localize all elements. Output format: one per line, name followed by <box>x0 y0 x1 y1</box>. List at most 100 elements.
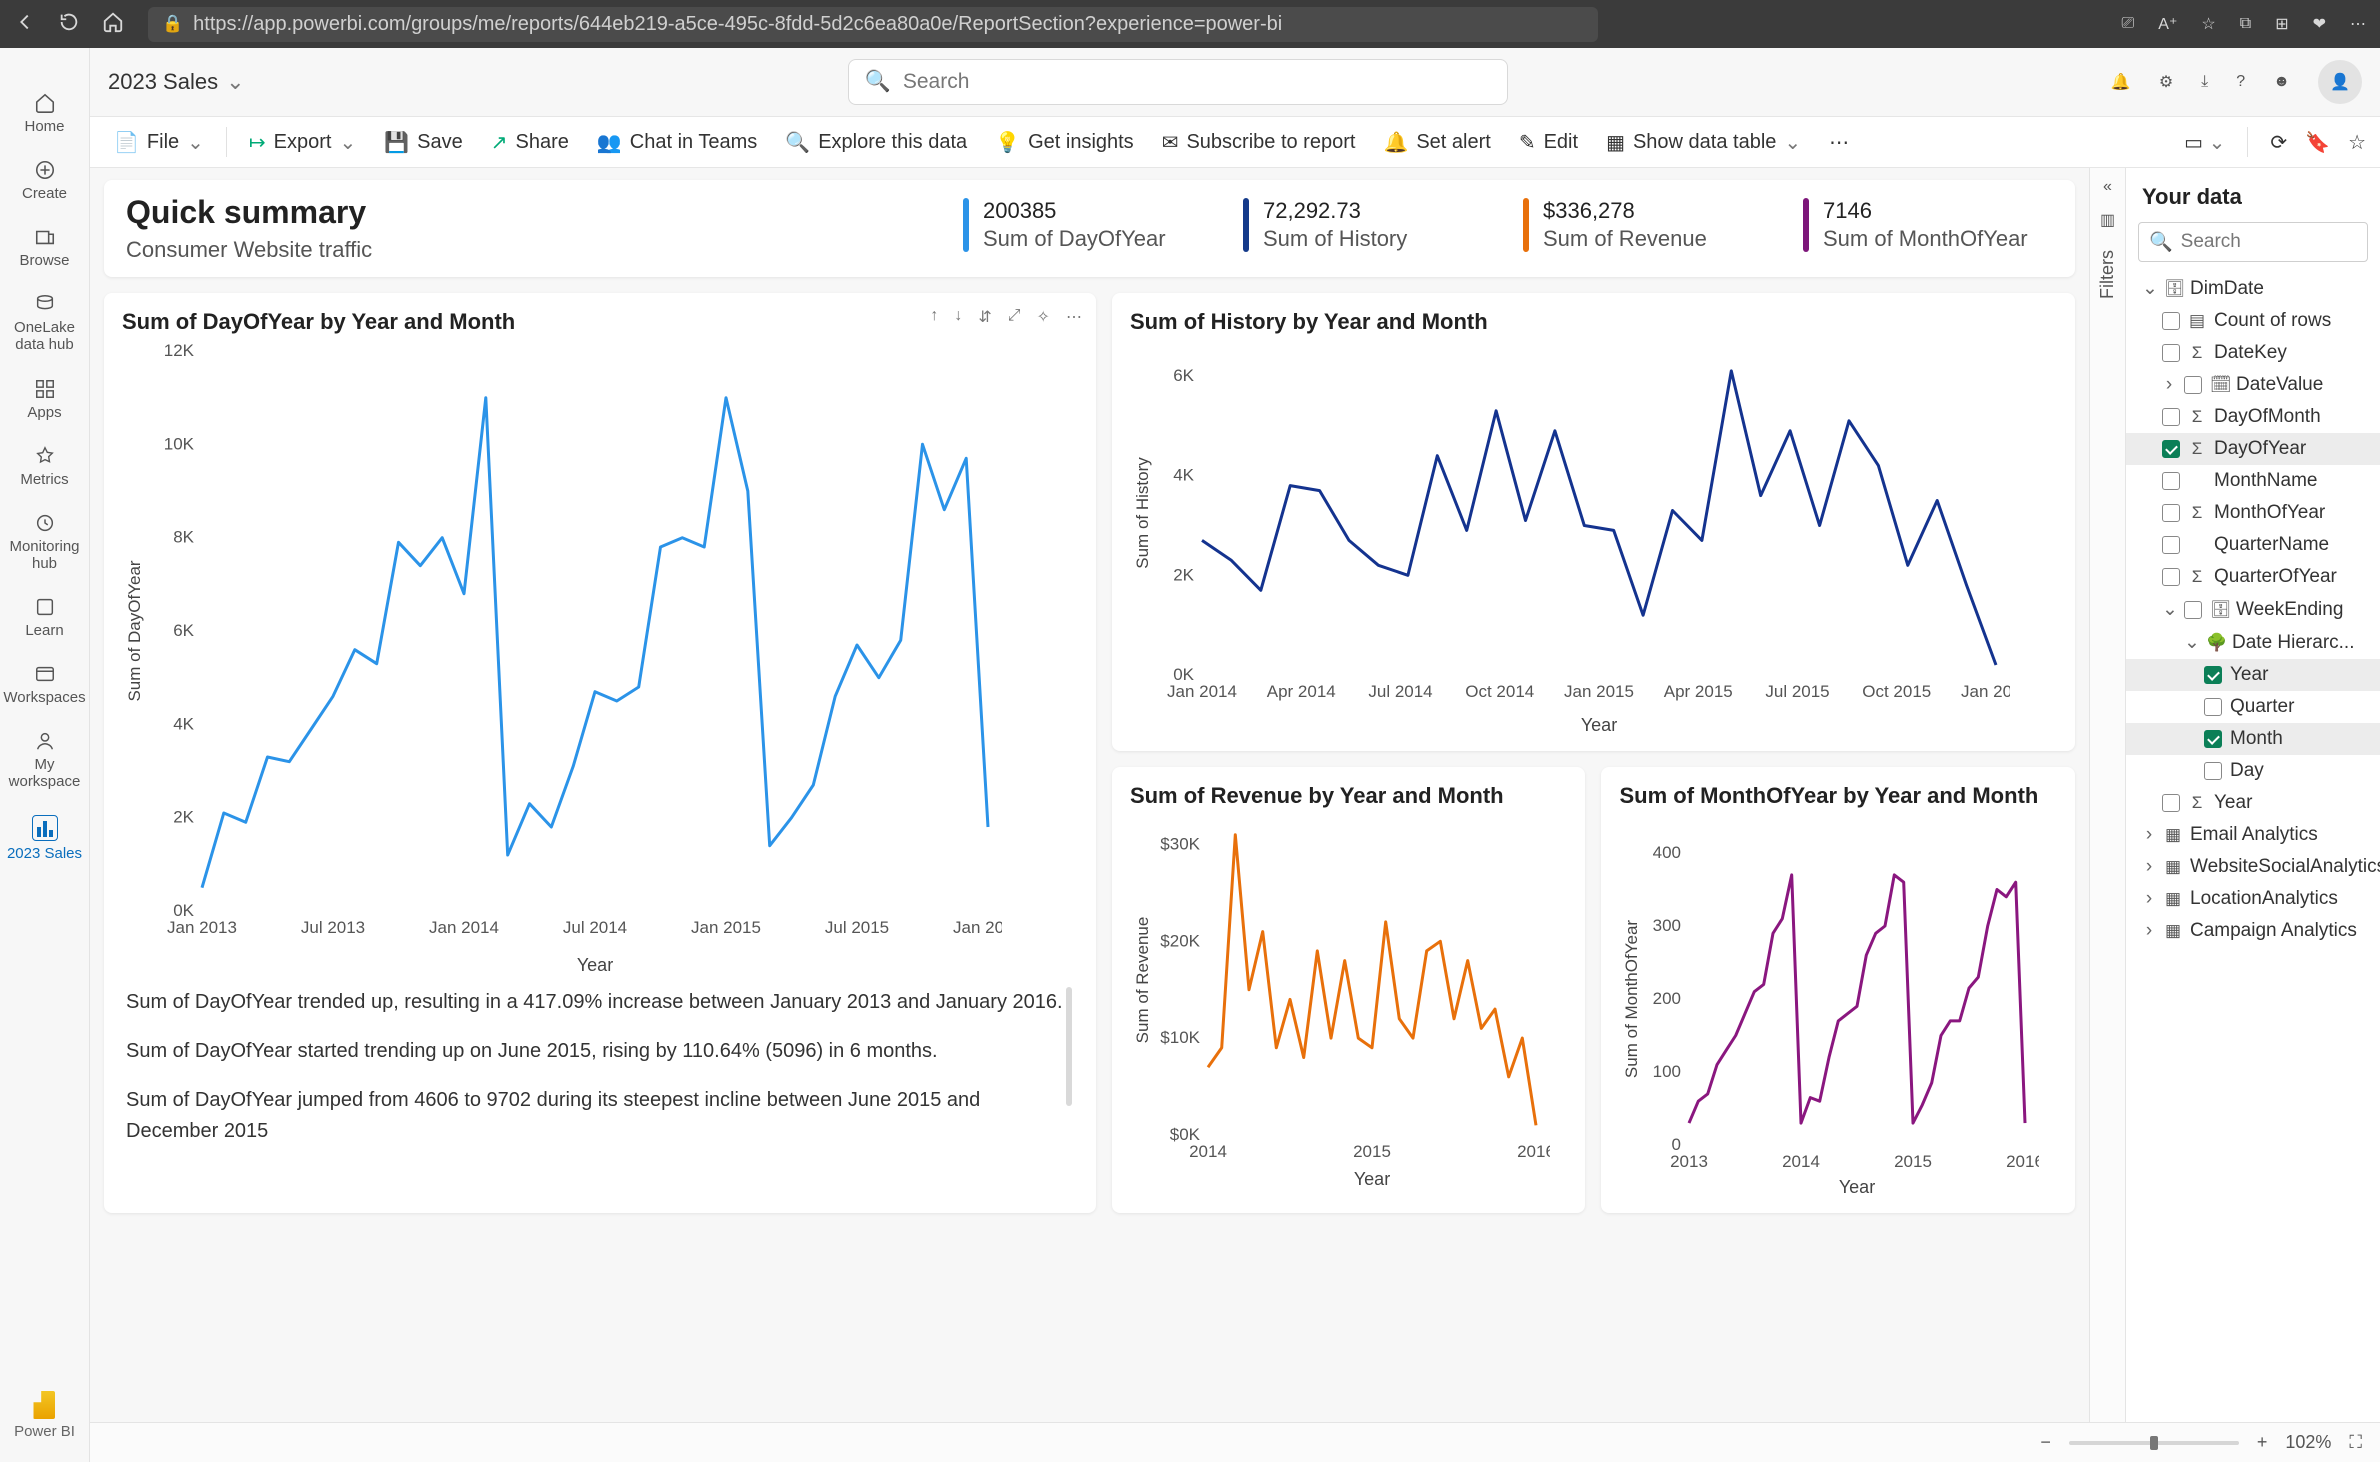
back-icon[interactable] <box>14 11 36 38</box>
save-button[interactable]: 💾 Save <box>374 124 473 161</box>
explore-button[interactable]: 🔍 Explore this data <box>775 124 977 161</box>
insights-text: Sum of DayOfYear trended up, resulting i… <box>122 981 1078 1147</box>
chart-monthofyear-card[interactable]: Sum of MonthOfYear by Year and Month 010… <box>1601 767 2075 1213</box>
svg-text:Jan 2015: Jan 2015 <box>1564 682 1634 701</box>
sort-asc-icon[interactable]: ↑ <box>930 307 938 327</box>
field-monthofyear[interactable]: ΣMonthOfYear <box>2126 497 2380 529</box>
feedback-icon[interactable]: ☻ <box>2273 73 2290 91</box>
svg-text:Year: Year <box>577 955 613 975</box>
nav-browse[interactable]: Browse <box>0 216 89 279</box>
visual-more-icon[interactable]: ⋯ <box>1066 307 1082 327</box>
help-icon[interactable]: ? <box>2236 73 2245 91</box>
nav-create[interactable]: Create <box>0 149 89 212</box>
favorite-icon[interactable]: ☆ <box>2201 14 2215 34</box>
field-dayofyear[interactable]: ΣDayOfYear <box>2126 433 2380 465</box>
zoom-in-icon[interactable]: + <box>2257 1432 2268 1453</box>
field-quarterofyear[interactable]: ΣQuarterOfYear <box>2126 561 2380 593</box>
field-datekey[interactable]: ΣDateKey <box>2126 337 2380 369</box>
nav-metrics[interactable]: Metrics <box>0 435 89 498</box>
fit-page-icon[interactable]: ⛶ <box>2349 1432 2362 1453</box>
settings-icon[interactable]: ⚙ <box>2159 72 2173 92</box>
svg-text:2014: 2014 <box>1783 1152 1821 1171</box>
export-menu[interactable]: ↦ Export ⌄ <box>239 124 366 161</box>
chart-dayofyear-card[interactable]: Sum of DayOfYear by Year and Month ↑ ↓ ⇵… <box>104 293 1096 1213</box>
sparkle-icon[interactable]: ✧ <box>1037 307 1050 327</box>
notifications-icon[interactable]: 🔔 <box>2111 72 2131 92</box>
field-count[interactable]: ▤Count of rows <box>2126 305 2380 337</box>
refresh-icon[interactable] <box>58 11 80 38</box>
sort-desc-icon[interactable]: ↓ <box>954 307 962 327</box>
get-insights-button[interactable]: 💡 Get insights <box>985 124 1144 161</box>
edit-button[interactable]: ✎ Edit <box>1509 124 1588 161</box>
svg-text:Year: Year <box>1839 1177 1875 1197</box>
chart-revenue-card[interactable]: Sum of Revenue by Year and Month $0K$10K… <box>1112 767 1586 1213</box>
more-ribbon[interactable]: ⋯ <box>1819 124 1859 161</box>
svg-text:Year: Year <box>1354 1169 1390 1189</box>
chart-title: Sum of MonthOfYear by Year and Month <box>1619 783 2057 837</box>
visualizations-icon[interactable]: ▥ <box>2100 210 2115 230</box>
fields-tree: ⌄🗄DimDate ▤Count of rows ΣDateKey ›🗓Date… <box>2126 272 2380 1422</box>
drill-icon[interactable]: ⇵ <box>978 307 991 327</box>
subscribe-button[interactable]: ✉ Subscribe to report <box>1152 124 1366 161</box>
file-menu[interactable]: 📄 File ⌄ <box>104 124 214 161</box>
nav-apps[interactable]: Apps <box>0 368 89 431</box>
home-icon[interactable] <box>102 11 124 38</box>
field-quartername[interactable]: QuarterName <box>2126 529 2380 561</box>
field-datehierarchy[interactable]: ⌄🌳Date Hierarc... <box>2126 626 2380 659</box>
table-location[interactable]: ›▦LocationAnalytics <box>2126 883 2380 915</box>
filters-pane-collapsed[interactable]: « ▥ Filters <box>2089 168 2125 1422</box>
read-aloud-icon[interactable]: A⁺ <box>2158 14 2177 34</box>
svg-text:Sum of Revenue: Sum of Revenue <box>1133 917 1152 1044</box>
expand-filters-icon[interactable]: « <box>2103 178 2112 196</box>
zoom-out-icon[interactable]: − <box>2040 1432 2051 1453</box>
table-email[interactable]: ›▦Email Analytics <box>2126 819 2380 851</box>
field-year-sigma[interactable]: ΣYear <box>2126 787 2380 819</box>
view-mode-button[interactable]: ▭ ⌄ <box>2184 130 2225 155</box>
workspace-breadcrumb[interactable]: 2023 Sales ⌄ <box>108 69 245 95</box>
table-campaign[interactable]: ›▦Campaign Analytics <box>2126 915 2380 947</box>
field-datevalue[interactable]: ›🗓DateValue <box>2126 369 2380 401</box>
profile-icon[interactable]: ❤ <box>2313 14 2326 34</box>
account-avatar[interactable]: 👤 <box>2318 60 2362 104</box>
svg-text:300: 300 <box>1653 916 1681 935</box>
field-quarter[interactable]: Quarter <box>2126 691 2380 723</box>
app-launcher[interactable] <box>0 58 89 78</box>
chart-history-card[interactable]: Sum of History by Year and Month 0K2K4K6… <box>1112 293 2075 751</box>
refresh-report-icon[interactable]: ⟳ <box>2270 130 2287 155</box>
field-month[interactable]: Month <box>2126 723 2380 755</box>
svg-text:100: 100 <box>1653 1062 1681 1081</box>
bookmark-icon[interactable]: 🔖 <box>2305 130 2330 155</box>
field-day[interactable]: Day <box>2126 755 2380 787</box>
field-weekending[interactable]: ⌄🗄WeekEnding <box>2126 593 2380 626</box>
nav-onelake[interactable]: OneLake data hub <box>0 283 89 364</box>
set-alert-button[interactable]: 🔔 Set alert <box>1373 124 1500 161</box>
chat-teams-button[interactable]: 👥 Chat in Teams <box>587 124 767 161</box>
nav-workspaces[interactable]: Workspaces <box>0 653 89 716</box>
field-monthname[interactable]: MonthName <box>2126 465 2380 497</box>
svg-text:2016: 2016 <box>2007 1152 2040 1171</box>
show-table-button[interactable]: ▦ Show data table ⌄ <box>1596 124 1811 161</box>
share-button[interactable]: ↗ Share <box>481 124 579 161</box>
nav-active-report[interactable]: 2023 Sales <box>0 805 89 872</box>
zoom-slider[interactable] <box>2069 1441 2239 1445</box>
global-search[interactable]: 🔍 Search <box>848 59 1508 105</box>
address-bar[interactable]: 🔒 https://app.powerbi.com/groups/me/repo… <box>148 7 1598 42</box>
svg-text:Jan 2016: Jan 2016 <box>953 918 1002 937</box>
table-dimdate[interactable]: ⌄🗄DimDate <box>2126 272 2380 305</box>
data-search-input[interactable]: 🔍 Search <box>2138 222 2368 262</box>
nav-monitoring[interactable]: Monitoring hub <box>0 502 89 583</box>
star-icon[interactable]: ☆ <box>2348 130 2366 155</box>
more-icon[interactable]: ⋯ <box>2350 14 2366 34</box>
collections-icon[interactable]: ⧉ <box>2240 15 2251 33</box>
shopping-icon[interactable]: ⎚ <box>2121 15 2134 33</box>
table-web[interactable]: ›▦WebsiteSocialAnalytics <box>2126 851 2380 883</box>
extensions-icon[interactable]: ⊞ <box>2275 14 2288 34</box>
download-icon[interactable]: ⤓ <box>2201 73 2208 91</box>
field-dayofmonth[interactable]: ΣDayOfMonth <box>2126 401 2380 433</box>
expand-icon[interactable]: ⤢ <box>1008 307 1021 327</box>
data-pane: Your data 🔍 Search ⌄🗄DimDate ▤Count of r… <box>2125 168 2380 1422</box>
nav-home[interactable]: Home <box>0 82 89 145</box>
nav-learn[interactable]: Learn <box>0 586 89 649</box>
field-year[interactable]: Year <box>2126 659 2380 691</box>
nav-my-workspace[interactable]: My workspace <box>0 720 89 801</box>
